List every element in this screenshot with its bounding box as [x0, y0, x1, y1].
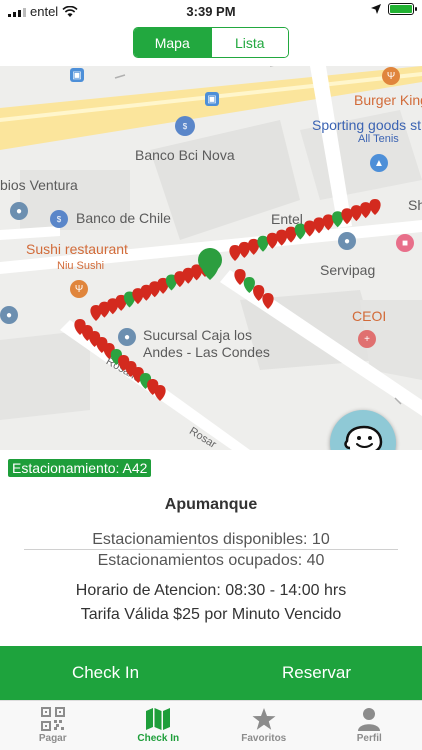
tab-map[interactable]: Mapa: [134, 28, 211, 57]
parking-info-panel: Estacionamiento: A42 Apumanque Estaciona…: [0, 450, 422, 646]
battery-icon: [388, 3, 417, 15]
occupied-parking-pin[interactable]: [262, 293, 274, 309]
available-count: Estacionamientos disponibles: 10: [92, 531, 330, 548]
map-view[interactable]: Burger King Sporting goods st All Tenis …: [0, 66, 422, 450]
parking-id-badge: Estacionamiento: A42: [8, 459, 152, 477]
person-icon: [358, 708, 381, 731]
qr-code-icon: [40, 707, 65, 731]
tab-favoritos[interactable]: Favoritos: [211, 701, 317, 750]
opening-hours: Horario de Atencion: 08:30 - 14:00 hrs: [75, 582, 347, 599]
tab-pagar[interactable]: Pagar: [0, 701, 106, 750]
location-arrow-icon: [371, 4, 381, 14]
status-bar: entel 3:39 PM: [0, 0, 422, 24]
clock: 3:39 PM: [186, 4, 236, 19]
action-bar: Check In Reservar: [0, 646, 422, 700]
tab-label: Perfil: [356, 733, 382, 744]
parking-pins: [74, 199, 381, 401]
tab-list[interactable]: Lista: [210, 28, 288, 57]
check-in-button[interactable]: Check In: [0, 646, 211, 700]
view-toggle: Mapa Lista: [133, 27, 289, 58]
header: Mapa Lista: [0, 24, 422, 66]
tab-label: Favoritos: [241, 733, 287, 744]
tab-perfil[interactable]: Perfil: [317, 701, 422, 750]
reserve-button[interactable]: Reservar: [211, 646, 422, 700]
map-icon: [146, 708, 171, 730]
occupied-parking-pin[interactable]: [369, 199, 381, 215]
star-icon: [252, 708, 276, 730]
selected-parking-pin[interactable]: [198, 248, 222, 280]
tab-label: Check In: [137, 733, 180, 744]
tab-check-in[interactable]: Check In: [106, 701, 212, 750]
occupied-parking-pin[interactable]: [154, 385, 166, 401]
parking-rate: Tarifa Válida $25 por Minuto Vencido: [80, 606, 342, 623]
bottom-tab-bar: Pagar Check In Favoritos Perfil: [0, 700, 422, 750]
status-right: [370, 3, 417, 15]
parking-name: Apumanque: [164, 496, 258, 513]
occupied-count: Estacionamientos ocupados: 40: [97, 552, 325, 569]
divider: [24, 549, 398, 550]
tab-label: Pagar: [38, 733, 67, 744]
